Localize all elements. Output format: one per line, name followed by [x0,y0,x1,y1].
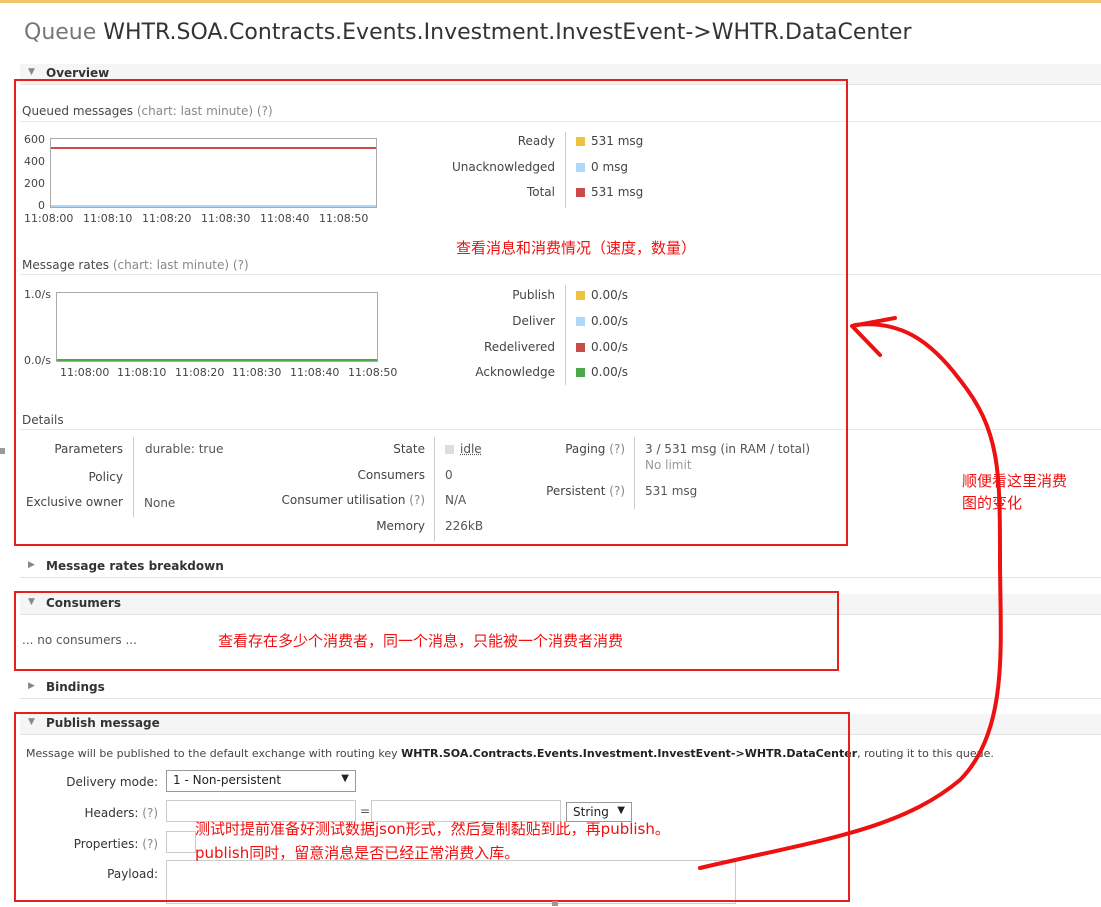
resize-handle[interactable] [552,901,558,906]
arrow-head [850,316,897,357]
resize-handle[interactable] [0,448,5,454]
annotation-arrow [698,316,1003,870]
arrow-curve [698,322,1003,870]
